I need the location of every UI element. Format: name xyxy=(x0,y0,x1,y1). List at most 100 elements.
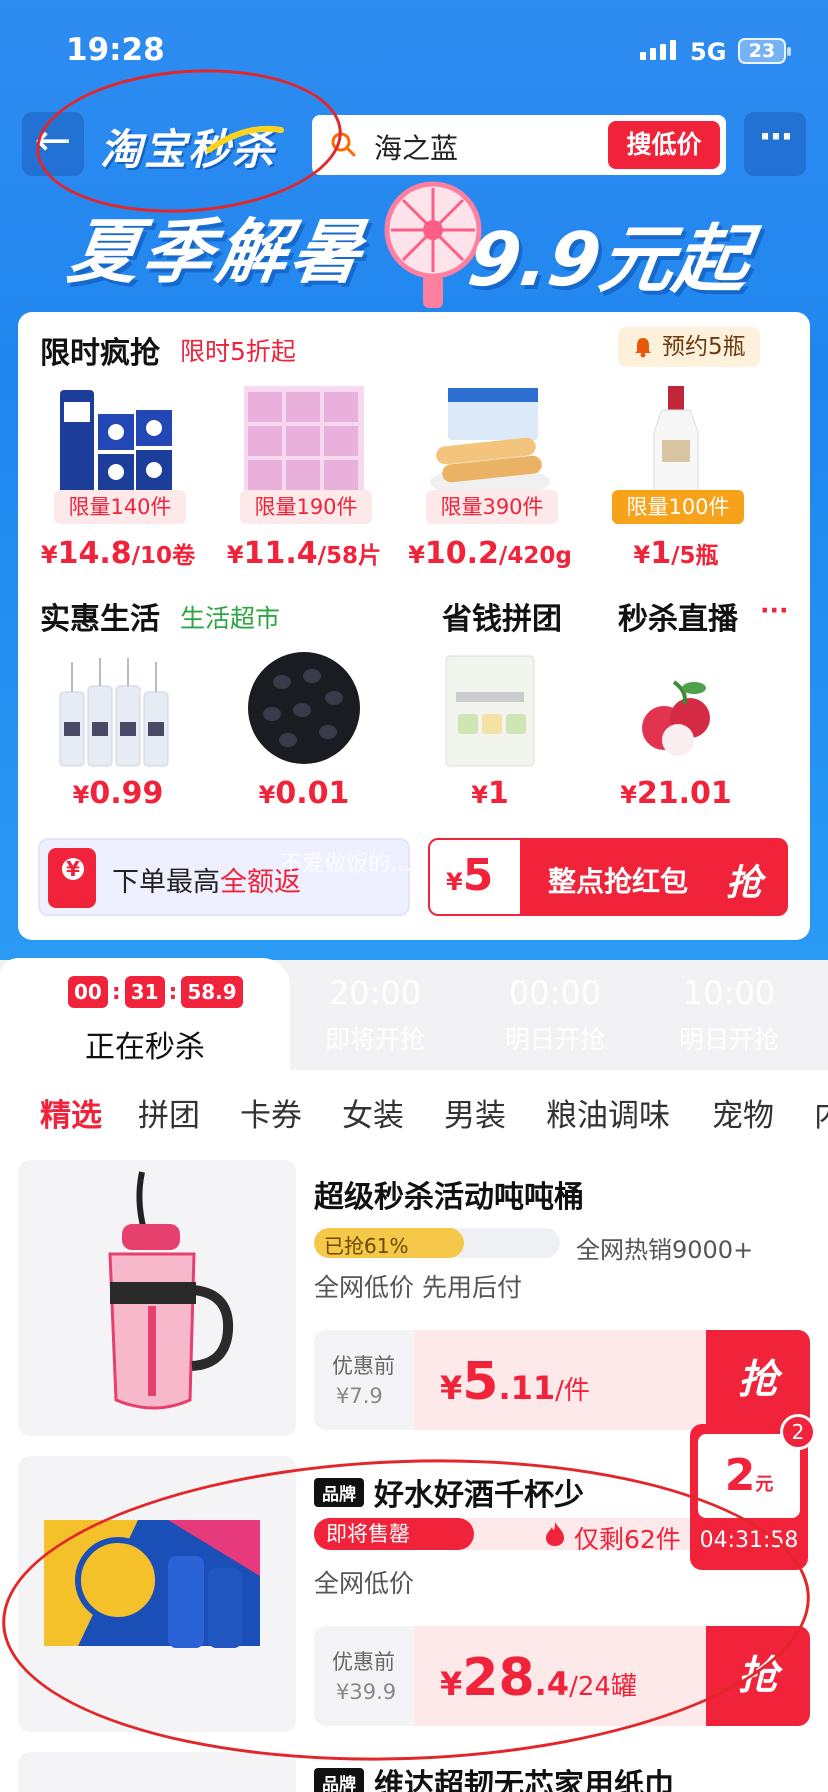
tab-category[interactable]: 粮油调味 xyxy=(546,1090,670,1135)
product-tags: 全网低价 xyxy=(314,1569,415,1598)
flash-price: ¥10.2/420g xyxy=(408,536,572,571)
liquor-bottle-image xyxy=(653,386,699,497)
next-product-thumbnail[interactable] xyxy=(18,1752,296,1792)
hot-sales-label: 全网热销9000+ xyxy=(576,1236,754,1264)
hourly-red-packet-button[interactable]: ¥5 整点抢红包 抢 xyxy=(428,838,788,916)
reserve-button[interactable]: 预约5瓶 xyxy=(618,327,760,367)
product-name-row[interactable]: 品牌 好水好酒千杯少 xyxy=(314,1470,584,1514)
logo-swoosh-icon xyxy=(206,125,284,153)
bread-product-image xyxy=(430,388,550,498)
original-price: ¥39.9 xyxy=(336,1680,397,1704)
limit-badge: 限量100件 xyxy=(612,490,744,524)
tab-category[interactable]: 女装 xyxy=(342,1090,404,1135)
product-tags: 全网低价 先用后付 xyxy=(314,1273,522,1302)
life-price: ¥0.01 xyxy=(258,776,350,811)
tissue-product-image xyxy=(60,390,172,494)
tab-category[interactable]: 内 xyxy=(814,1090,828,1135)
flash-price: ¥1/5瓶 xyxy=(633,536,719,571)
deals-card: 限时疯抢 限时5折起 预约5瓶 限量140件 ¥14.8/10卷 限量190件 … xyxy=(18,312,810,940)
signal-icon xyxy=(640,40,676,60)
sold-progress-bar: 已抢61% xyxy=(314,1228,560,1258)
next-product-name-row[interactable]: 品牌 维达超韧无芯家用纸巾 xyxy=(314,1760,674,1792)
sale-price: ¥5.11/件 xyxy=(440,1352,590,1412)
tab-session-2000[interactable]: 20:00 即将开抢 xyxy=(290,974,460,1056)
brand-badge: 品牌 xyxy=(314,1477,364,1507)
tab-session-0000[interactable]: 00:00 明日开抢 xyxy=(470,974,640,1056)
tab-category[interactable]: 男装 xyxy=(444,1090,506,1135)
fire-icon xyxy=(546,1522,564,1546)
grab-button[interactable]: 抢 xyxy=(706,1626,810,1726)
original-price-label: 优惠前 xyxy=(332,1650,395,1674)
status-time: 19:28 xyxy=(66,32,165,68)
banner-price: 9.9元起 xyxy=(463,217,755,303)
product-name[interactable]: 超级秒杀活动吨吨桶 xyxy=(314,1172,584,1216)
product-name: 好水好酒千杯少 xyxy=(374,1478,584,1513)
flash-title: 限时疯抢 xyxy=(40,336,160,371)
tab-category[interactable]: 卡券 xyxy=(240,1090,302,1135)
red-packet-label: 整点抢红包 xyxy=(548,865,689,898)
current-session-label: 正在秒杀 xyxy=(85,1030,205,1065)
beer-pack-image xyxy=(44,1520,260,1648)
coupon-value-box: 2元 xyxy=(698,1434,800,1518)
red-envelope-icon xyxy=(48,848,96,908)
live-more-icon[interactable]: ··· xyxy=(760,596,789,625)
session-tabs: 00: 31: 58.9 正在秒杀 20:00 即将开抢 00:00 明日开抢 10… xyxy=(0,958,828,1078)
flash-price: ¥11.4/58片 xyxy=(226,536,382,571)
bell-icon xyxy=(635,338,651,358)
grab-label: 抢 xyxy=(726,863,763,904)
tab-session-1000[interactable]: 10:00 明日开抢 xyxy=(644,974,814,1056)
remaining-stock: 仅剩62件 xyxy=(574,1525,681,1554)
category-tabs: 精选 拼团 卡券 女装 男装 粮油调味 宠物 内 xyxy=(0,1090,828,1138)
sold-progress-label: 已抢61% xyxy=(324,1234,409,1258)
stock-status: 即将售罄 仅剩62件 xyxy=(314,1518,724,1554)
lychee-image xyxy=(642,680,710,756)
search-bar[interactable]: 海之蓝 搜低价 xyxy=(312,115,726,175)
coupon-countdown: 04:31:58 xyxy=(699,1528,799,1553)
tumbler-image xyxy=(108,1171,234,1410)
black-beans-image xyxy=(248,652,360,764)
group-title[interactable]: 省钱拼团 xyxy=(442,594,562,638)
coupon-value: 2元 xyxy=(724,1450,774,1501)
tab-current-session[interactable]: 00: 31: 58.9 正在秒杀 xyxy=(0,958,290,1078)
sale-price: ¥28.4/24罐 xyxy=(440,1648,637,1708)
life-subtitle: 生活超市 xyxy=(180,604,281,633)
live-price: ¥21.01 xyxy=(620,776,732,811)
sellout-badge: 即将售罄 xyxy=(314,1518,474,1550)
limit-badge: 限量190件 xyxy=(240,490,372,524)
watermark: 不爱做饭的… xyxy=(280,852,413,877)
red-packet-amount: ¥5 xyxy=(446,850,494,901)
search-button[interactable]: 搜低价 xyxy=(608,121,720,169)
back-button[interactable]: ← xyxy=(22,112,84,176)
product-thumbnail[interactable] xyxy=(18,1456,296,1732)
life-title[interactable]: 实惠生活 xyxy=(40,594,160,638)
original-price-label: 优惠前 xyxy=(332,1354,395,1378)
group-price: ¥1 xyxy=(471,776,509,811)
network-label: 5G xyxy=(690,38,727,66)
countdown-timer: 00: 31: 58.9 xyxy=(68,976,243,1008)
search-input[interactable]: 海之蓝 xyxy=(374,127,458,167)
life-price: ¥0.99 xyxy=(72,776,164,811)
more-button[interactable]: ··· xyxy=(744,112,806,176)
cashback-text: 下单最高全额返 xyxy=(112,867,301,898)
original-price: ¥7.9 xyxy=(336,1384,383,1408)
flash-subtitle: 限时5折起 xyxy=(180,337,296,366)
limit-badge: 限量390件 xyxy=(426,490,558,524)
status-bar: 19:28 5G 23 xyxy=(0,0,828,100)
bottles-product-image xyxy=(59,658,169,767)
floating-coupon[interactable]: 2元 2 04:31:58 xyxy=(690,1414,816,1570)
tab-category[interactable]: 宠物 xyxy=(712,1090,774,1135)
price-box[interactable]: 优惠前 ¥7.9 ¥5.11/件 抢 xyxy=(314,1330,810,1430)
coupon-count-badge: 2 xyxy=(780,1414,816,1450)
reserve-label: 预约5瓶 xyxy=(662,334,746,360)
product-card[interactable]: 超级秒杀活动吨吨桶 已抢61% 全网热销9000+ 全网低价 先用后付 优惠前 … xyxy=(18,1160,810,1440)
battery-icon: 23 xyxy=(738,38,791,64)
live-title[interactable]: 秒杀直播 xyxy=(618,594,738,638)
top-nav: ← 淘宝秒杀 海之蓝 搜低价 ··· xyxy=(0,112,828,178)
tab-category[interactable]: 拼团 xyxy=(138,1090,200,1135)
tab-category[interactable]: 精选 xyxy=(40,1090,102,1135)
limit-badge: 限量140件 xyxy=(54,490,186,524)
flash-price: ¥14.8/10卷 xyxy=(40,536,196,571)
diaper-product-image xyxy=(244,386,364,496)
price-box[interactable]: 优惠前 ¥39.9 ¥28.4/24罐 抢 xyxy=(314,1626,810,1726)
product-thumbnail[interactable] xyxy=(18,1160,296,1436)
